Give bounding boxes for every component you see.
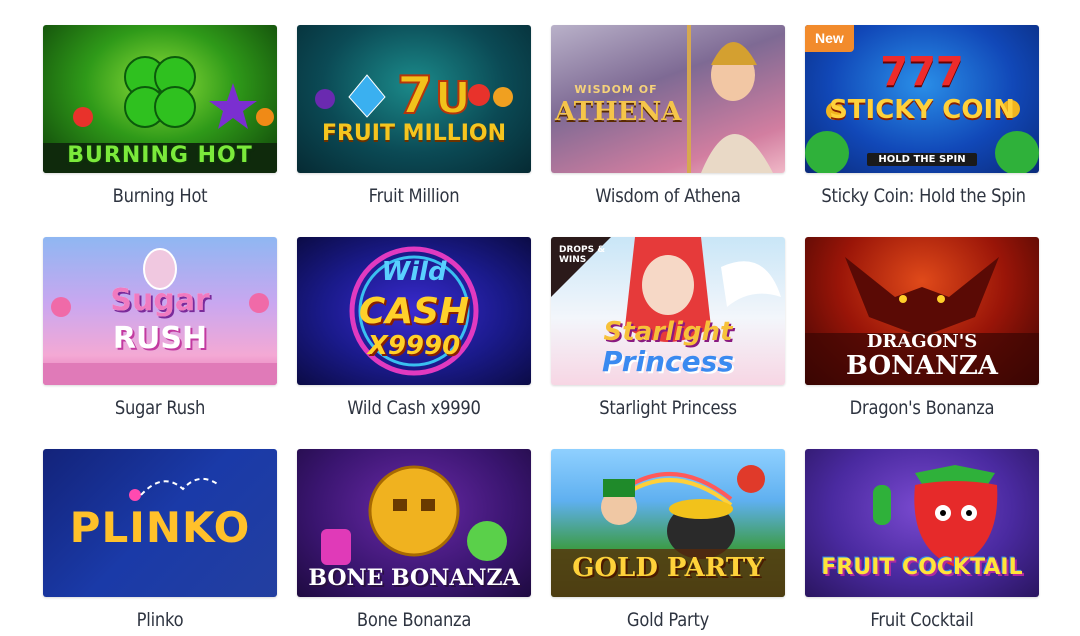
game-card-starlight-princess[interactable]: DROPS & WINS Starlight Princess Starligh… [551, 237, 785, 419]
game-logo-subtext: HOLD THE SPIN [867, 153, 977, 166]
game-thumbnail[interactable]: BONE BONANZA [297, 449, 531, 597]
game-title: Burning Hot [112, 185, 208, 207]
fruit-icons: 7 U [315, 65, 513, 127]
game-logo-text: Princess [602, 345, 734, 378]
game-title: Starlight Princess [599, 397, 737, 419]
game-thumbnail[interactable]: 777 STICKY COIN HOLD THE SPIN New [805, 25, 1039, 173]
game-title: Sticky Coin: Hold the Spin [821, 185, 1026, 207]
game-thumbnail[interactable]: BURNING HOT [43, 25, 277, 173]
game-thumbnail[interactable]: GOLD PARTY [551, 449, 785, 597]
game-logo-text: GOLD PARTY [572, 553, 764, 583]
game-card-wild-cash[interactable]: Wild CASH X9990 Wild Cash x9990 [297, 237, 531, 419]
game-title: Fruit Cocktail [870, 609, 974, 631]
game-grid: BURNING HOT Burning Hot 7 U FRUIT MILLIO… [0, 0, 1080, 636]
game-card-burning-hot[interactable]: BURNING HOT Burning Hot [43, 25, 277, 207]
game-card-sticky-coin[interactable]: 777 STICKY COIN HOLD THE SPIN New Sticky… [805, 25, 1039, 207]
game-title: Wisdom of Athena [595, 185, 741, 207]
game-title: Sugar Rush [114, 397, 206, 419]
game-logo-text: FRUIT MILLION [321, 121, 507, 146]
game-thumbnail[interactable]: Wild CASH X9990 [297, 237, 531, 385]
game-logo-top: DRAGON'S [866, 331, 978, 352]
game-logo-subtext: WISDOM OF [574, 83, 658, 96]
game-thumbnail[interactable]: FRUIT COCKTAIL [805, 449, 1039, 597]
game-logo-text: STICKY COIN [829, 95, 1015, 125]
game-logo-top: 777 [880, 49, 964, 95]
game-thumbnail[interactable]: 7 U FRUIT MILLION [297, 25, 531, 173]
game-thumbnail[interactable]: WISDOM OF ATHENA [551, 25, 785, 173]
game-logo-text: PLINKO [69, 503, 251, 552]
game-logo-text: CASH [358, 291, 470, 332]
game-title: Fruit Million [368, 185, 460, 207]
game-logo-subtext: X9990 [367, 331, 461, 361]
game-logo-text: FRUIT COCKTAIL [821, 555, 1023, 580]
game-logo-text: BURNING HOT [67, 143, 253, 168]
drops-wins-badge: DROPS & WINS [559, 245, 606, 265]
game-thumbnail[interactable]: DROPS & WINS Starlight Princess [551, 237, 785, 385]
game-card-dragons-bonanza[interactable]: DRAGON'S BONANZA Dragon's Bonanza [805, 237, 1039, 419]
game-title: Bone Bonanza [356, 609, 472, 631]
game-logo-top: Sugar [110, 283, 210, 318]
game-title: Plinko [136, 609, 184, 631]
game-thumbnail[interactable]: Sugar RUSH [43, 237, 277, 385]
game-logo-text: ATHENA [555, 97, 682, 127]
game-card-fruit-cocktail[interactable]: FRUIT COCKTAIL Fruit Cocktail [805, 449, 1039, 631]
svg-text:U: U [435, 73, 471, 124]
game-logo-top: Wild [381, 257, 447, 287]
game-title: Gold Party [626, 609, 710, 631]
game-card-gold-party[interactable]: GOLD PARTY Gold Party [551, 449, 785, 631]
game-card-wisdom-of-athena[interactable]: WISDOM OF ATHENA Wisdom of Athena [551, 25, 785, 207]
game-card-fruit-million[interactable]: 7 U FRUIT MILLION Fruit Million [297, 25, 531, 207]
game-card-bone-bonanza[interactable]: BONE BONANZA Bone Bonanza [297, 449, 531, 631]
game-logo-text: BONANZA [846, 351, 998, 381]
game-title: Wild Cash x9990 [347, 397, 481, 419]
game-thumbnail[interactable]: DRAGON'S BONANZA [805, 237, 1039, 385]
game-title: Dragon's Bonanza [849, 397, 995, 419]
svg-text:7: 7 [397, 66, 433, 126]
game-thumbnail[interactable]: PLINKO [43, 449, 277, 597]
game-card-sugar-rush[interactable]: Sugar RUSH Sugar Rush [43, 237, 277, 419]
game-card-plinko[interactable]: PLINKO Plinko [43, 449, 277, 631]
game-logo-top: Starlight [603, 317, 733, 347]
game-logo-text: BONE BONANZA [308, 565, 520, 591]
new-badge: New [805, 25, 854, 52]
game-logo-text: RUSH [112, 321, 208, 356]
